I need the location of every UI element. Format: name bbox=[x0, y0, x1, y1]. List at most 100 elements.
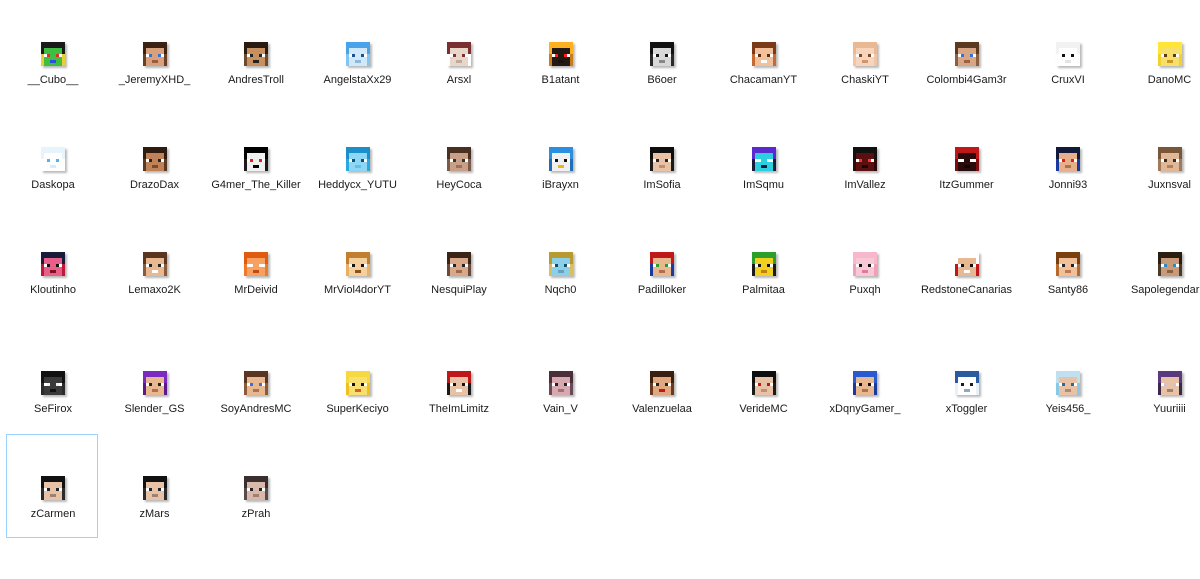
file-item[interactable]: iBrayxn bbox=[514, 146, 606, 250]
skin-head-icon bbox=[1158, 371, 1182, 395]
skin-head-icon bbox=[41, 147, 65, 171]
skin-head-icon bbox=[1056, 42, 1080, 66]
file-label: Yuuriiii bbox=[1118, 402, 1200, 416]
file-item[interactable]: B6oer bbox=[615, 41, 707, 145]
file-label: Heddycx_YUTU bbox=[306, 178, 410, 192]
skin-head-icon bbox=[41, 42, 65, 66]
skin-head-icon bbox=[346, 42, 370, 66]
file-item[interactable]: Heddycx_YUTU bbox=[311, 146, 403, 250]
skin-head-icon bbox=[143, 476, 167, 500]
file-item[interactable]: Slender_GS bbox=[108, 370, 200, 474]
file-label: HeyCoca bbox=[407, 178, 511, 192]
file-item[interactable]: Santy86 bbox=[1021, 251, 1113, 355]
file-label: MrViol4dorYT bbox=[306, 283, 410, 297]
file-item[interactable]: MrViol4dorYT bbox=[311, 251, 403, 355]
skin-head-icon bbox=[1158, 252, 1182, 276]
file-item[interactable]: SoyAndresMC bbox=[209, 370, 301, 474]
file-label: TheImLimitz bbox=[407, 402, 511, 416]
file-label: Colombi4Gam3r bbox=[915, 73, 1019, 87]
file-label: AndresTroll bbox=[204, 73, 308, 87]
file-label: SeFirox bbox=[1, 402, 105, 416]
file-label: Padilloker bbox=[610, 283, 714, 297]
file-item[interactable]: Vain_V bbox=[514, 370, 606, 474]
skin-head-icon bbox=[447, 252, 471, 276]
skin-head-icon bbox=[955, 147, 979, 171]
file-item[interactable]: Palmitaa bbox=[717, 251, 809, 355]
file-item[interactable]: ChaskiYT bbox=[818, 41, 910, 145]
file-label: B6oer bbox=[610, 73, 714, 87]
file-item[interactable]: Valenzuelaa bbox=[615, 370, 707, 474]
file-item[interactable]: NesquiPlay bbox=[412, 251, 504, 355]
file-label: G4mer_The_Killer bbox=[204, 178, 308, 192]
file-item[interactable]: VerideMC bbox=[717, 370, 809, 474]
skin-head-icon bbox=[752, 42, 776, 66]
skin-head-icon bbox=[41, 476, 65, 500]
file-label: Daskopa bbox=[1, 178, 105, 192]
skin-head-icon bbox=[1158, 42, 1182, 66]
skin-head-icon bbox=[549, 147, 573, 171]
skin-head-icon bbox=[650, 371, 674, 395]
skin-head-icon bbox=[650, 252, 674, 276]
skin-head-icon bbox=[1056, 252, 1080, 276]
skin-head-icon bbox=[143, 147, 167, 171]
file-item[interactable]: zCarmen bbox=[6, 434, 98, 538]
skin-head-icon bbox=[244, 147, 268, 171]
file-item[interactable]: ItzGummer bbox=[920, 146, 1012, 250]
file-item[interactable]: Arsxl bbox=[412, 41, 504, 145]
file-item[interactable]: Yuuriiii bbox=[1123, 370, 1200, 474]
file-item[interactable]: B1atant bbox=[514, 41, 606, 145]
file-item[interactable]: xDqnyGamer_ bbox=[818, 370, 910, 474]
file-item[interactable]: HeyCoca bbox=[412, 146, 504, 250]
file-item[interactable]: xToggler bbox=[920, 370, 1012, 474]
skin-head-icon bbox=[650, 147, 674, 171]
skin-head-icon bbox=[752, 252, 776, 276]
file-item[interactable]: zMars bbox=[108, 475, 200, 579]
file-item[interactable]: Padilloker bbox=[615, 251, 707, 355]
skin-head-icon bbox=[1056, 147, 1080, 171]
skin-head-icon bbox=[447, 147, 471, 171]
file-item[interactable]: TheImLimitz bbox=[412, 370, 504, 474]
skin-head-icon bbox=[549, 371, 573, 395]
file-label: RedstoneCanarias bbox=[915, 283, 1019, 297]
file-item[interactable]: Sapolegendario bbox=[1123, 251, 1200, 355]
file-item[interactable]: AngelstaXx29 bbox=[311, 41, 403, 145]
file-item[interactable]: Kloutinho bbox=[6, 251, 98, 355]
file-item[interactable]: DanoMC bbox=[1123, 41, 1200, 145]
file-item[interactable]: SuperKeciyo bbox=[311, 370, 403, 474]
file-label: ImSofia bbox=[610, 178, 714, 192]
skin-head-icon bbox=[346, 252, 370, 276]
file-label: AngelstaXx29 bbox=[306, 73, 410, 87]
file-item[interactable]: Jonni93 bbox=[1021, 146, 1113, 250]
file-item[interactable]: ImSofia bbox=[615, 146, 707, 250]
file-label: zMars bbox=[103, 507, 207, 521]
file-item[interactable]: Juxnsval bbox=[1123, 146, 1200, 250]
skin-head-icon bbox=[346, 147, 370, 171]
file-item[interactable]: Yeis456_ bbox=[1021, 370, 1113, 474]
file-item[interactable]: RedstoneCanarias bbox=[920, 251, 1012, 355]
file-label: iBrayxn bbox=[509, 178, 613, 192]
skin-head-icon bbox=[1056, 371, 1080, 395]
file-item[interactable]: Daskopa bbox=[6, 146, 98, 250]
file-item[interactable]: __Cubo__ bbox=[6, 41, 98, 145]
skin-head-icon bbox=[955, 371, 979, 395]
file-label: SoyAndresMC bbox=[204, 402, 308, 416]
file-item[interactable]: Colombi4Gam3r bbox=[920, 41, 1012, 145]
file-label: Kloutinho bbox=[1, 283, 105, 297]
file-item[interactable]: DrazoDax bbox=[108, 146, 200, 250]
file-item[interactable]: ImVallez bbox=[818, 146, 910, 250]
file-item[interactable]: Nqch0 bbox=[514, 251, 606, 355]
file-item[interactable]: ChacamanYT bbox=[717, 41, 809, 145]
skin-head-icon bbox=[650, 42, 674, 66]
file-item[interactable]: CruxVI bbox=[1021, 41, 1113, 145]
file-item[interactable]: zPrah bbox=[209, 475, 301, 579]
file-item[interactable]: Lemaxo2K bbox=[108, 251, 200, 355]
file-item[interactable]: _JeremyXHD_ bbox=[108, 41, 200, 145]
file-label: Lemaxo2K bbox=[103, 283, 207, 297]
file-item[interactable]: AndresTroll bbox=[209, 41, 301, 145]
file-item[interactable]: G4mer_The_Killer bbox=[209, 146, 301, 250]
file-item[interactable]: Puxqh bbox=[818, 251, 910, 355]
skin-head-icon bbox=[346, 371, 370, 395]
file-grid: __Cubo___JeremyXHD_AndresTrollAngelstaXx… bbox=[0, 0, 1200, 549]
file-item[interactable]: ImSqmu bbox=[717, 146, 809, 250]
file-item[interactable]: MrDeivid bbox=[209, 251, 301, 355]
